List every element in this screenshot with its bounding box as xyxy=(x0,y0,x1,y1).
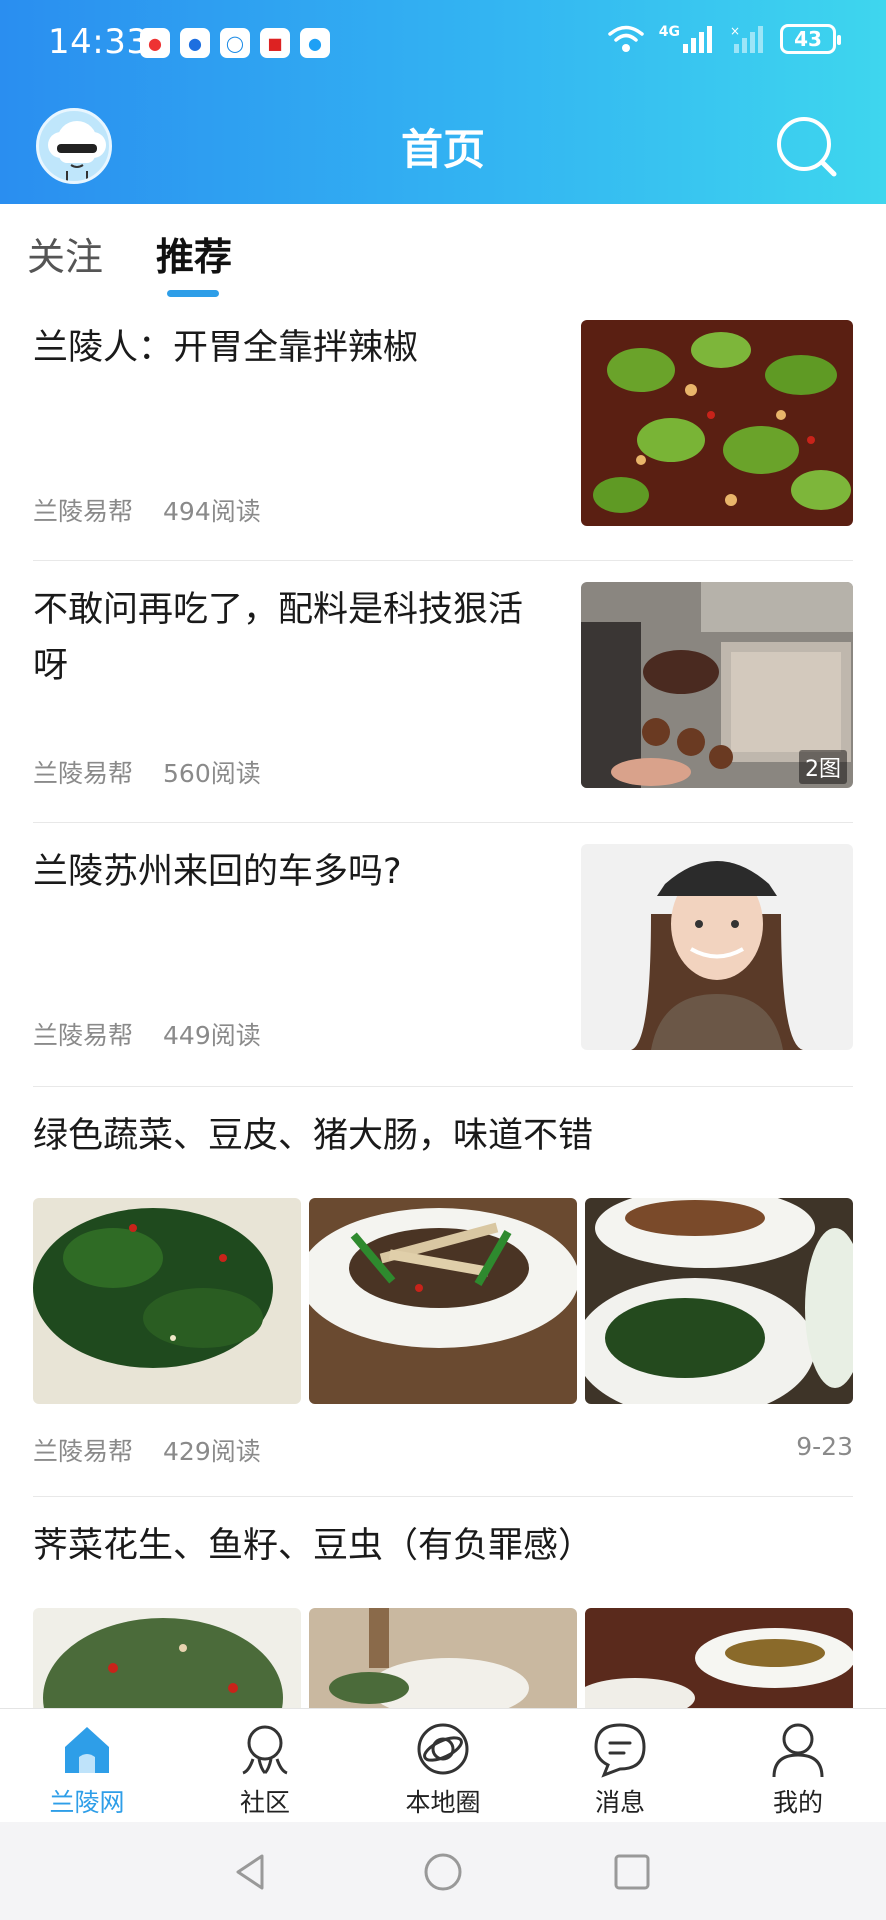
article-image-row xyxy=(33,1608,853,1708)
tab-follow[interactable]: 关注 xyxy=(27,226,103,281)
article-item[interactable]: 兰陵人：开胃全靠拌辣椒 兰陵易帮 494阅读 xyxy=(33,320,853,526)
divider xyxy=(33,560,853,561)
signal-no-service-icon: × xyxy=(730,24,763,53)
article-image xyxy=(585,1198,853,1404)
article-reads: 429阅读 xyxy=(163,1437,261,1466)
search-button[interactable] xyxy=(774,114,840,180)
image-count-badge: 2图 xyxy=(799,750,847,784)
message-icon xyxy=(594,1723,646,1778)
article-source: 兰陵易帮 xyxy=(33,497,134,526)
article-image xyxy=(309,1608,577,1708)
nav-item-messages[interactable]: 消息 xyxy=(560,1719,680,1819)
article-title: 不敢问再吃了，配料是科技狠活呀 xyxy=(33,590,524,686)
article-item[interactable]: 不敢问再吃了，配料是科技狠活呀 兰陵易帮 560阅读 2图 xyxy=(33,582,853,788)
status-indicators: 4G × 43 xyxy=(607,24,841,54)
nav-item-home[interactable]: 兰陵网 xyxy=(27,1719,147,1819)
local-circle-icon xyxy=(417,1723,469,1775)
nav-label: 消息 xyxy=(594,1788,645,1817)
profile-icon xyxy=(772,1723,824,1778)
notification-message-icon: ● xyxy=(300,28,330,58)
nav-item-local-circle[interactable]: 本地圈 xyxy=(383,1719,503,1819)
back-icon[interactable] xyxy=(232,1852,272,1892)
article-image xyxy=(585,1608,853,1708)
system-nav-bar xyxy=(0,1822,886,1920)
article-item[interactable]: 荠菜花生、鱼籽、豆虫（有负罪感） xyxy=(33,1518,853,1708)
battery-indicator: 43 xyxy=(780,24,841,54)
signal-icon xyxy=(683,26,712,53)
status-time: 14:33 xyxy=(48,22,149,62)
article-title: 兰陵苏州来回的车多吗? xyxy=(33,852,402,892)
article-source: 兰陵易帮 xyxy=(33,759,134,788)
notification-app-icon: ● xyxy=(140,28,170,58)
svg-text:×: × xyxy=(730,24,740,38)
recents-icon[interactable] xyxy=(612,1852,652,1892)
article-meta: 兰陵易帮 449阅读 xyxy=(33,1016,261,1052)
divider xyxy=(33,1086,853,1087)
article-image xyxy=(33,1608,301,1708)
nav-label: 兰陵网 xyxy=(49,1788,125,1817)
nav-item-community[interactable]: 社区 xyxy=(205,1719,325,1819)
article-source: 兰陵易帮 xyxy=(33,1021,134,1050)
article-thumbnail xyxy=(581,320,853,526)
article-item[interactable]: 绿色蔬菜、豆皮、猪大肠，味道不错 兰陵易帮 429阅读 9-23 xyxy=(33,1108,853,1466)
notification-icons: ● ● ◯ ■ ● xyxy=(140,28,330,58)
divider xyxy=(33,822,853,823)
nav-label: 我的 xyxy=(772,1788,823,1817)
active-tab-indicator xyxy=(167,290,219,297)
home-icon xyxy=(65,1727,109,1773)
article-thumbnail: 2图 xyxy=(581,582,853,788)
notification-app-icon: ● xyxy=(180,28,210,58)
article-reads: 560阅读 xyxy=(163,759,261,788)
article-source: 兰陵易帮 xyxy=(33,1437,134,1466)
article-reads: 494阅读 xyxy=(163,497,261,526)
battery-level: 43 xyxy=(794,27,822,51)
article-image xyxy=(33,1198,301,1404)
article-title: 兰陵人：开胃全靠拌辣椒 xyxy=(33,328,419,368)
search-icon xyxy=(777,117,837,177)
article-reads: 449阅读 xyxy=(163,1021,261,1050)
page-title: 首页 xyxy=(400,125,485,174)
article-thumbnail xyxy=(581,844,853,1050)
article-image xyxy=(309,1198,577,1404)
nav-item-profile[interactable]: 我的 xyxy=(738,1719,858,1819)
wifi-icon xyxy=(608,25,644,52)
notification-chat-icon: ◯ xyxy=(220,28,250,58)
article-title: 荠菜花生、鱼籽、豆虫（有负罪感） xyxy=(33,1526,594,1566)
home-circle-icon[interactable] xyxy=(423,1852,463,1892)
status-bar: 14:33 ● ● ◯ ■ ● 4G × 43 xyxy=(0,0,886,90)
tab-recommend[interactable]: 推荐 xyxy=(156,226,232,281)
article-date: 9-23 xyxy=(796,1432,853,1461)
nav-label: 本地圈 xyxy=(405,1788,481,1817)
article-title: 绿色蔬菜、豆皮、猪大肠，味道不错 xyxy=(33,1116,594,1156)
article-feed: 兰陵人：开胃全靠拌辣椒 兰陵易帮 494阅读 不敢问再吃了，配料是科技狠活呀 兰… xyxy=(0,302,886,1708)
app-header: 14:33 ● ● ◯ ■ ● 4G × 43 首页 xyxy=(0,0,886,204)
article-meta: 兰陵易帮 429阅读 xyxy=(33,1432,261,1468)
nav-label: 社区 xyxy=(239,1788,290,1817)
divider xyxy=(33,1496,853,1497)
article-image-row xyxy=(33,1198,853,1404)
title-bar: 首页 xyxy=(0,100,886,204)
community-icon xyxy=(242,1725,288,1775)
article-item[interactable]: 兰陵苏州来回的车多吗? 兰陵易帮 449阅读 xyxy=(33,844,853,1050)
article-meta: 兰陵易帮 560阅读 xyxy=(33,754,261,790)
notification-app-icon: ■ xyxy=(260,28,290,58)
bottom-nav: 兰陵网 社区 本地圈 消息 我的 xyxy=(0,1708,886,1822)
article-meta: 兰陵易帮 494阅读 xyxy=(33,492,261,528)
network-type: 4G xyxy=(658,24,680,40)
feed-tabs: 关注 推荐 xyxy=(0,204,886,302)
